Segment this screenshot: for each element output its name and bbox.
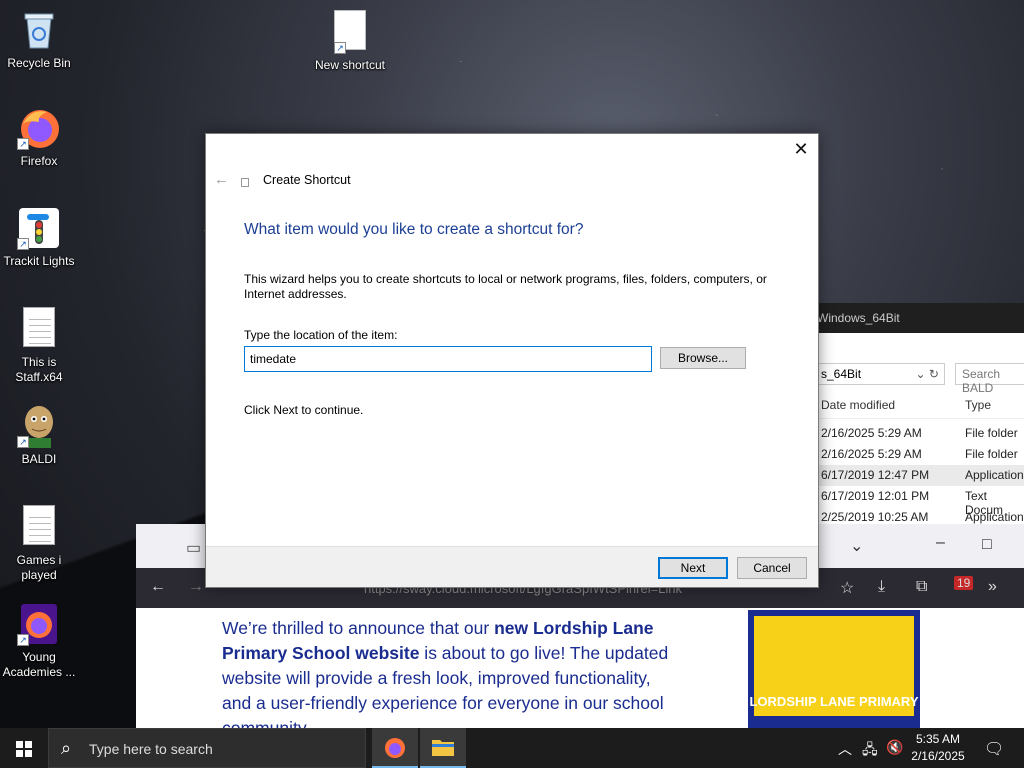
back-arrow-icon[interactable]: ← [150, 578, 166, 596]
dialog-description: This wizard helps you to create shortcut… [244, 272, 767, 301]
desktop-icon-new-shortcut[interactable]: ↗ New shortcut [311, 8, 389, 73]
download-icon[interactable]: ⤓ [878, 578, 885, 596]
taskbar-firefox[interactable] [372, 728, 418, 768]
shortcut-arrow-icon: ↗ [17, 634, 29, 646]
dialog-heading: What item would you like to create a sho… [244, 221, 584, 238]
announcement-text: We’re thrilled to announce that our new … [222, 618, 669, 738]
desktop-icon-trackit-lights[interactable]: ↗ Trackit Lights [0, 206, 78, 269]
row-type: File folder [965, 447, 1018, 461]
desktop-icon-label: Games i played [16, 553, 62, 582]
text-document-icon [23, 505, 55, 545]
windows-logo-icon [16, 741, 32, 757]
ublock-badge[interactable]: 19 [954, 576, 974, 590]
desktop-icon-label: Trackit Lights [3, 254, 75, 268]
desktop-icon-label: BALDI [21, 452, 57, 466]
row-date: 2/16/2025 5:29 AM [821, 426, 922, 440]
column-type[interactable]: Type [965, 398, 991, 412]
desktop-icon-label: Firefox [20, 154, 58, 168]
firefox-icon: ↗ [17, 106, 61, 150]
star-icon[interactable]: ☆ [840, 578, 854, 598]
show-hidden-icons-chevron-icon[interactable]: ︿ [838, 739, 852, 759]
desktop-icon-label: Young Academies ... [2, 650, 76, 679]
table-row[interactable]: 6/17/2019 12:47 PM Application [805, 465, 1024, 486]
desktop-icon-baldi[interactable]: ↗ BALDI [0, 404, 78, 467]
tab-manager-icon[interactable]: ▭ [186, 538, 201, 558]
text-document-icon [23, 307, 55, 347]
dialog-title: Create Shortcut [263, 173, 351, 187]
start-button[interactable] [0, 728, 48, 768]
clock-date[interactable]: 2/16/2025 [908, 749, 968, 763]
row-type: File folder [965, 426, 1018, 440]
volume-muted-icon[interactable]: 🔇 [886, 739, 903, 756]
extensions-icon[interactable]: ⧉ [916, 578, 927, 596]
minimize-icon[interactable]: – [936, 534, 945, 552]
row-date: 2/25/2019 10:25 AM [821, 510, 929, 524]
location-label: Type the location of the item: [244, 328, 398, 342]
shortcut-arrow-icon: ↗ [334, 42, 346, 54]
notifications-icon[interactable]: 🗨 [984, 739, 1004, 759]
desktop-icon-label: New shortcut [314, 58, 386, 72]
create-shortcut-dialog[interactable]: ✕ ← Create Shortcut What item would you … [205, 133, 819, 588]
explorer-column-header: Date modified Type [805, 393, 1024, 419]
maximize-icon[interactable]: □ [982, 536, 992, 554]
dialog-footer: Next Cancel [206, 546, 818, 587]
row-type: Application [965, 510, 1024, 524]
desktop-icon-label: Recycle Bin [7, 56, 71, 70]
search-placeholder: Type here to search [89, 741, 213, 757]
back-arrow-icon[interactable]: ← [214, 171, 229, 188]
row-date: 6/17/2019 12:01 PM [821, 489, 930, 503]
shortcut-icon [241, 178, 249, 187]
overflow-chevron-icon[interactable]: » [988, 578, 997, 596]
clock-time[interactable]: 5:35 AM [908, 732, 968, 746]
taskbar-file-explorer[interactable] [420, 728, 466, 768]
chevron-down-icon[interactable]: ⌄ ↻ [916, 367, 939, 381]
desktop-icon-firefox[interactable]: ↗ Firefox [0, 106, 78, 169]
network-icon[interactable]: 🖧 [862, 739, 878, 763]
shortcut-arrow-icon: ↗ [17, 436, 29, 448]
logo-text: LORDSHIP LANE PRIMARY [749, 694, 919, 709]
explorer-address-bar[interactable]: s_64Bit ⌄ ↻ [815, 363, 945, 385]
folder-icon [432, 740, 454, 756]
row-date: 2/16/2025 5:29 AM [821, 447, 922, 461]
traffic-light-icon: ↗ [17, 206, 61, 250]
browse-button[interactable]: Browse... [660, 347, 746, 369]
baldi-icon: ↗ [17, 404, 61, 448]
desktop-icon-young-academies[interactable]: ↗ Young Academies ... [0, 602, 78, 680]
chevron-down-icon[interactable]: ⌄ [850, 536, 863, 556]
firefox-icon [385, 738, 405, 758]
row-type: Application [965, 468, 1024, 482]
taskbar-search-box[interactable]: ⌕ Type here to search [48, 728, 366, 768]
school-logo: LORDSHIP LANE PRIMARY [748, 610, 920, 728]
search-icon: ⌕ [61, 738, 72, 758]
file-explorer-window[interactable]: Windows_64Bit s_64Bit ⌄ ↻ Search BALD Da… [805, 303, 1024, 560]
shortcut-arrow-icon: ↗ [17, 138, 29, 150]
desktop-icon-label: This is Staff.x64 [15, 355, 63, 384]
shortcut-arrow-icon: ↗ [17, 238, 29, 250]
table-row[interactable]: 2/16/2025 5:29 AM File folder [805, 444, 1024, 465]
forward-arrow-icon[interactable]: → [188, 578, 204, 596]
table-row[interactable]: 2/16/2025 5:29 AM File folder [805, 423, 1024, 444]
taskbar: ⌕ Type here to search ︿ 🖧 🔇 5:35 AM 2/16… [0, 728, 1024, 768]
browser-page-content: We’re thrilled to announce that our new … [136, 608, 1024, 738]
explorer-address-text: s_64Bit [821, 367, 862, 381]
explorer-title: Windows_64Bit [805, 303, 1024, 333]
explorer-search-box[interactable]: Search BALD [955, 363, 1024, 395]
firefox-private-icon: ↗ [17, 602, 61, 646]
close-icon[interactable]: ✕ [792, 140, 810, 158]
location-input[interactable] [244, 346, 652, 372]
table-row[interactable]: 6/17/2019 12:01 PM Text Docum [805, 486, 1024, 517]
cancel-button[interactable]: Cancel [737, 557, 807, 579]
desktop-icon-this-is-staff[interactable]: This is Staff.x64 [0, 305, 78, 385]
row-date: 6/17/2019 12:47 PM [821, 468, 930, 482]
next-button[interactable]: Next [658, 557, 728, 579]
column-date-modified[interactable]: Date modified [821, 398, 895, 412]
continue-instruction: Click Next to continue. [244, 403, 364, 417]
recycle-bin-icon [17, 8, 61, 52]
desktop-icon-recycle-bin[interactable]: Recycle Bin [0, 8, 78, 71]
desktop-icon-games-played[interactable]: Games i played [0, 503, 78, 583]
